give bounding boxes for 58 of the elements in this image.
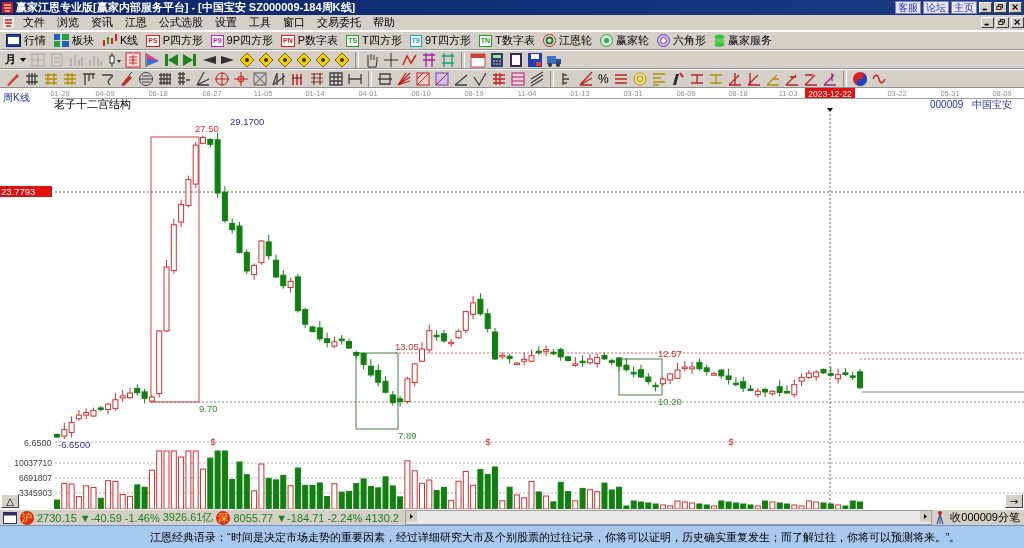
market-badge: 沪 xyxy=(20,510,34,525)
percent-tool[interactable]: % xyxy=(596,71,611,86)
menu-item[interactable]: 窗口 xyxy=(277,15,311,30)
stock-name: 中国宝安 xyxy=(972,99,1012,110)
price-label: 9.70 xyxy=(199,403,218,414)
toolbar-button[interactable]: 板块 xyxy=(52,33,99,48)
quote-text: 江恩经典语录：“时间是决定市场走势的重要因素，经过详细研究大市及个别股票的过往记录，你将可以证明，历史确实重复发生；而了解过往，你将可以预测将来。”。 xyxy=(150,529,961,545)
volume-axis-label: 3345903 xyxy=(18,488,52,498)
volume-axis-label: 10037710 xyxy=(14,458,52,468)
menu-item[interactable]: 设置 xyxy=(209,15,243,30)
cursor-date-label: 2023-12-22 xyxy=(805,88,855,99)
ticker-label: 收000009分笔 xyxy=(949,510,1021,525)
market-badge: 深 xyxy=(216,510,231,525)
toolbar-button[interactable]: 赢家轮 xyxy=(597,33,654,48)
menu-item[interactable]: 工具 xyxy=(243,15,277,30)
window-title: 赢家江恩专业版[赢家内部服务平台] - [中国宝安 SZ000009-184周K线] xyxy=(16,0,357,15)
price-label: 29.1700 xyxy=(230,116,265,127)
menu-item[interactable]: 浏览 xyxy=(51,15,85,30)
menu-item[interactable]: 江恩 xyxy=(119,15,153,30)
period-dropdown[interactable]: 月 xyxy=(4,52,17,67)
scroll-right-button[interactable]: → xyxy=(1005,494,1023,508)
header-link[interactable]: 论坛 xyxy=(923,1,949,14)
index-change: ▼-184.71 xyxy=(276,511,325,524)
price-label: 7.89 xyxy=(398,430,417,441)
stock-code: 000009 xyxy=(930,99,964,110)
axis-price-label: 6.6500 xyxy=(24,438,52,448)
price-label: -6.6500 xyxy=(58,439,91,450)
toolbar-button[interactable]: 江恩轮 xyxy=(540,33,597,48)
index-value: 2730.15 xyxy=(37,511,77,524)
menu-item[interactable]: 帮助 xyxy=(367,15,401,30)
cursor-price-label: 23.7793 xyxy=(0,186,52,197)
header-link[interactable]: 客服 xyxy=(895,1,921,14)
price-label: 12.57 xyxy=(658,348,682,359)
toolbar-button[interactable]: 六角形 xyxy=(654,33,711,48)
collapse-button[interactable]: △ xyxy=(1,494,19,508)
menu-item[interactable]: 资讯 xyxy=(85,15,119,30)
dividend-marker: $ xyxy=(210,437,216,447)
menu-item[interactable]: 交易委托 xyxy=(311,15,367,30)
toolbar-button[interactable]: 行情 xyxy=(4,33,51,48)
toolbar-button[interactable]: K线 xyxy=(100,33,144,48)
toolbar-button[interactable]: 赢家服务 xyxy=(711,33,777,48)
period-label: 周K线 xyxy=(3,92,30,103)
price-label: 13.05 xyxy=(395,341,419,352)
chart-title: 老子十二宫结构 xyxy=(54,98,131,110)
volume-axis-label: 6691807 xyxy=(18,473,52,483)
index-percent: -2.24% xyxy=(327,511,363,524)
index-value: 8055.77 xyxy=(233,511,274,524)
price-label: 27.50 xyxy=(195,123,219,134)
dividend-marker: $ xyxy=(728,437,734,447)
menu-item[interactable]: 文件 xyxy=(17,15,51,30)
index-turnover: 3926.61亿 xyxy=(162,510,214,525)
header-link[interactable]: 主页 xyxy=(951,1,977,14)
index-percent: -1.46% xyxy=(124,511,160,524)
dividend-marker: $ xyxy=(485,437,491,447)
price-label: 10.20 xyxy=(658,396,682,407)
menu-item[interactable]: 公式选股 xyxy=(153,15,209,30)
index-change: ▼-40.59 xyxy=(79,511,122,524)
index-turnover: 4130.2 xyxy=(365,511,399,524)
